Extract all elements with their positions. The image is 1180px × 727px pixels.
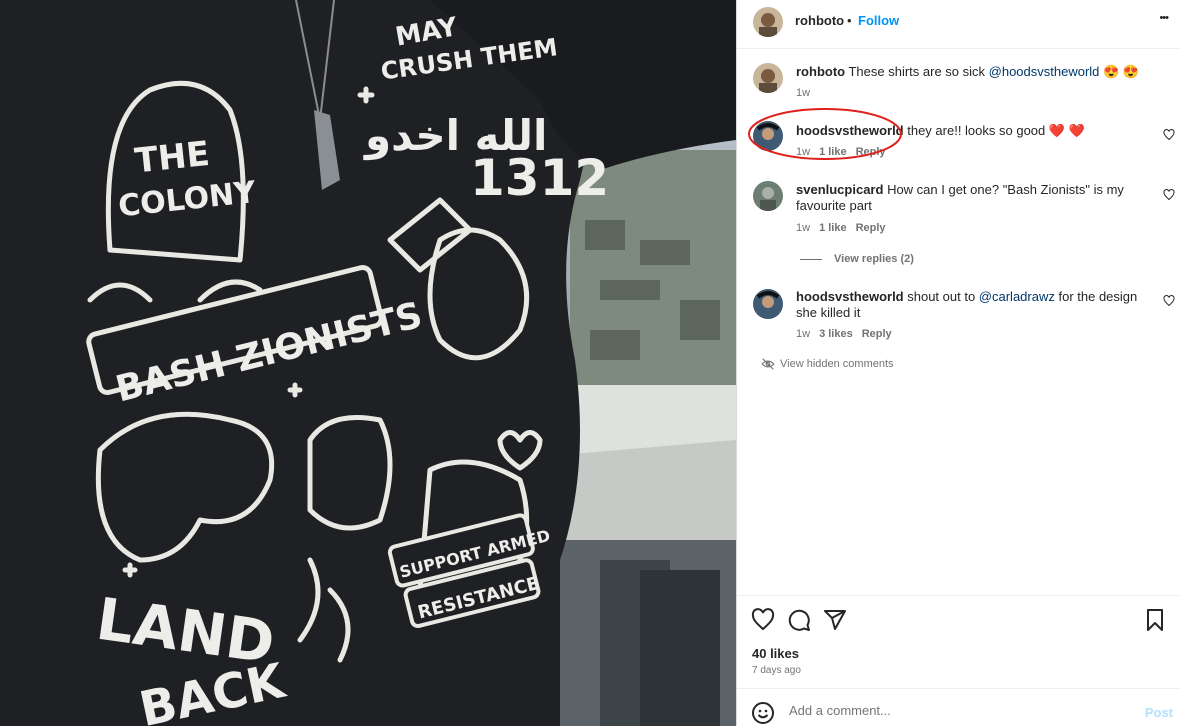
share-send-icon[interactable] bbox=[823, 608, 847, 632]
avatar-image bbox=[753, 181, 783, 211]
follow-button[interactable]: Follow bbox=[858, 13, 899, 28]
caption-avatar[interactable] bbox=[753, 63, 783, 93]
comment-emoji: ❤️ ❤️ bbox=[1048, 123, 1085, 138]
comment-input[interactable] bbox=[787, 702, 1121, 719]
annotation-circle bbox=[748, 108, 902, 160]
view-replies-label: View replies (2) bbox=[834, 253, 914, 265]
comment-likes[interactable]: 3 likes bbox=[819, 328, 853, 340]
add-comment-bar: Post bbox=[737, 688, 1180, 727]
post-age: 7 days ago bbox=[752, 665, 801, 676]
caption-time: 1w bbox=[796, 87, 811, 99]
caption-mention[interactable]: @hoodsvstheworld bbox=[989, 64, 1100, 79]
commenter-avatar[interactable] bbox=[753, 181, 783, 211]
comment-text: they are!! looks so good bbox=[903, 123, 1049, 138]
caption-text: These shirts are so sick bbox=[848, 64, 989, 79]
like-comment-heart-icon[interactable] bbox=[1163, 295, 1175, 307]
bookmark-icon[interactable] bbox=[1143, 608, 1167, 632]
author-username[interactable]: rohboto bbox=[795, 13, 844, 28]
header-dot: • bbox=[847, 13, 852, 28]
post-photo[interactable]: MAY CRUSH THEM الله اخدو THE COLONY 1312… bbox=[0, 0, 736, 726]
shirt-text-number: 1312 bbox=[470, 149, 609, 207]
comment-username[interactable]: hoodsvstheworld bbox=[796, 289, 904, 304]
like-comment-heart-icon[interactable] bbox=[1163, 189, 1175, 201]
shirt-text-the: THE bbox=[133, 134, 212, 182]
commenter-avatar[interactable] bbox=[753, 289, 783, 319]
avatar-image bbox=[753, 289, 783, 319]
author-avatar[interactable] bbox=[753, 7, 783, 37]
comment: hoodsvstheworld shout out to @carladrawz… bbox=[737, 282, 1180, 344]
comment-likes[interactable]: 1 like bbox=[819, 222, 847, 234]
more-options-button[interactable]: ••• bbox=[1159, 12, 1169, 24]
comment: hoodsvstheworld they are!! looks so good… bbox=[737, 108, 1180, 164]
avatar-image bbox=[759, 13, 777, 37]
caption-username[interactable]: rohboto bbox=[796, 64, 845, 79]
comment-username[interactable]: svenlucpicard bbox=[796, 182, 883, 197]
photo-scene: MAY CRUSH THEM الله اخدو THE COLONY 1312… bbox=[0, 0, 736, 726]
comment: svenlucpicard How can I get one? "Bash Z… bbox=[737, 175, 1180, 275]
caption: rohboto These shirts are so sick @hoodsv… bbox=[737, 58, 1180, 108]
eye-off-icon bbox=[761, 358, 775, 370]
comment-time: 1w bbox=[796, 328, 811, 340]
comment-mention[interactable]: @carladrawz bbox=[979, 289, 1055, 304]
view-replies-button[interactable]: View replies (2) bbox=[800, 253, 914, 265]
caption-emoji: 😍 😍 bbox=[1103, 64, 1140, 79]
avatar-image bbox=[759, 69, 777, 93]
emoji-icon[interactable] bbox=[751, 701, 775, 725]
post-header: rohboto • Follow ••• bbox=[737, 0, 1180, 49]
comment-bubble-icon[interactable] bbox=[787, 608, 811, 632]
comment-time: 1w bbox=[796, 222, 811, 234]
reply-button[interactable]: Reply bbox=[862, 328, 892, 340]
comment-text: shout out to bbox=[903, 289, 979, 304]
post-button[interactable]: Post bbox=[1145, 705, 1173, 720]
view-hidden-label: View hidden comments bbox=[780, 358, 894, 370]
comments-panel: rohboto • Follow ••• rohboto These shirt… bbox=[736, 0, 1180, 726]
view-hidden-comments-button[interactable]: View hidden comments bbox=[761, 357, 894, 371]
like-heart-icon[interactable] bbox=[751, 608, 775, 632]
view-replies-line bbox=[800, 258, 822, 260]
post-actions: 40 likes 7 days ago bbox=[737, 595, 1180, 676]
reply-button[interactable]: Reply bbox=[856, 222, 886, 234]
like-comment-heart-icon[interactable] bbox=[1163, 129, 1175, 141]
like-count[interactable]: 40 likes bbox=[752, 646, 799, 661]
